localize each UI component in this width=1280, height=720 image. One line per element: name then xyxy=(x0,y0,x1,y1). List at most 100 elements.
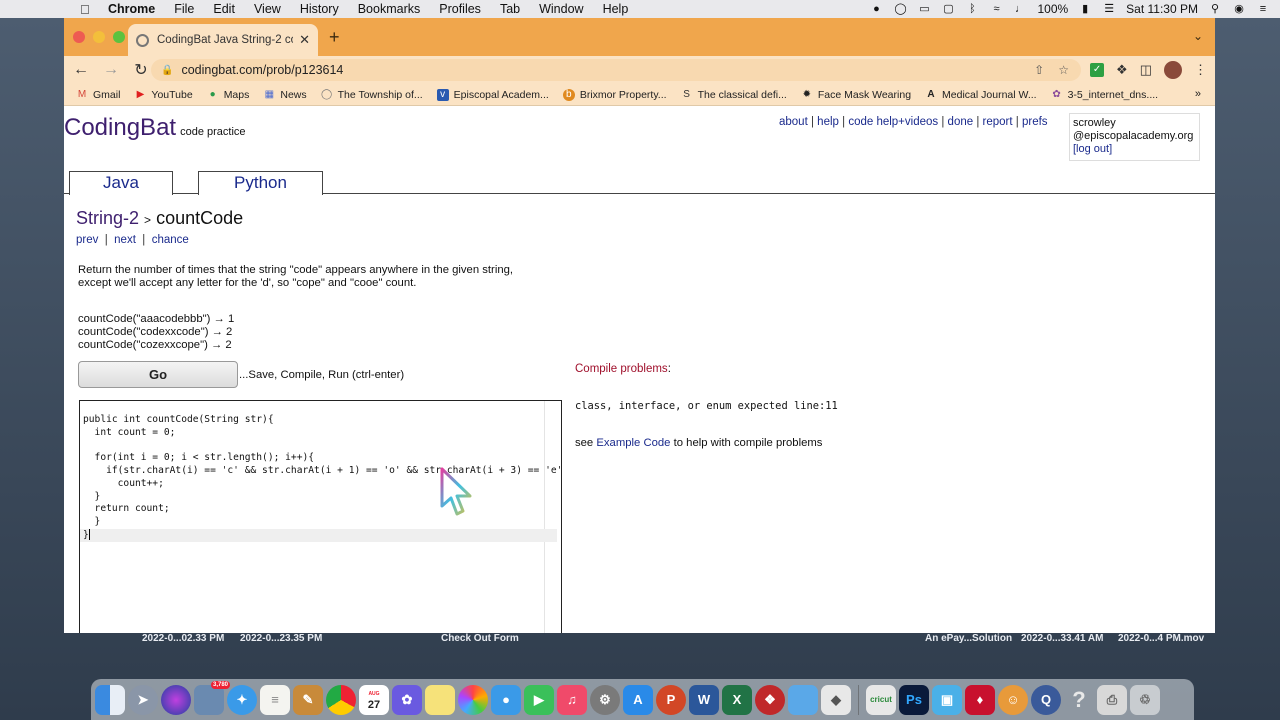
settings-flower-icon[interactable]: ✿ xyxy=(392,684,422,715)
code-editor[interactable]: public int countCode(String str){ int co… xyxy=(79,400,562,633)
link-about[interactable]: about xyxy=(779,116,808,128)
cricut-icon[interactable]: cricut xyxy=(866,684,896,715)
photoshop-icon[interactable]: Ps xyxy=(899,684,929,715)
roblox-icon[interactable]: ◆ xyxy=(821,684,851,715)
menu-history[interactable]: History xyxy=(300,2,339,16)
tab-codingbat[interactable]: CodingBat Java String-2 count ✕ xyxy=(128,24,318,56)
code-line[interactable]: for(int i = 0; i < str.length(); i++){ xyxy=(83,452,561,465)
forward-arrow-icon[interactable]: → xyxy=(98,61,124,79)
site-logo[interactable]: CodingBat code practice xyxy=(64,114,246,142)
new-tab-plus-icon[interactable]: + xyxy=(329,27,340,48)
desktop-file-label[interactable]: An ePay...Solution xyxy=(925,633,1012,644)
siri-icon[interactable] xyxy=(161,684,191,715)
siri-menubar-icon[interactable]: ◉ xyxy=(1232,3,1246,15)
word-icon[interactable]: W xyxy=(689,684,719,715)
launchpad-icon[interactable]: ➤ xyxy=(128,684,158,715)
lock-icon[interactable]: 🔒 xyxy=(161,65,173,76)
app-store-icon[interactable]: A xyxy=(623,684,653,715)
desktop-file-label[interactable]: 2022-0...23.35 PM xyxy=(240,633,322,644)
bookmark-maps[interactable]: ● Maps xyxy=(207,89,250,101)
tab-search-chevron-icon[interactable]: ⌄ xyxy=(1193,29,1203,43)
pages-icon[interactable]: ✎ xyxy=(293,684,323,715)
spotlight-search-icon[interactable]: ⚲ xyxy=(1208,3,1222,15)
tab-python[interactable]: Python xyxy=(198,171,323,195)
bookmark-medical-journal[interactable]: A Medical Journal W... xyxy=(925,89,1036,101)
menu-view[interactable]: View xyxy=(254,2,281,16)
stickies-icon[interactable] xyxy=(425,684,455,715)
wifi-icon[interactable]: ≈ xyxy=(989,3,1003,15)
safari-icon[interactable]: ✦ xyxy=(227,684,257,715)
kebab-menu-icon[interactable]: ⋮ xyxy=(1194,62,1207,78)
menu-help[interactable]: Help xyxy=(603,2,629,16)
back-arrow-icon[interactable]: ← xyxy=(68,61,94,79)
zoom-window-icon[interactable] xyxy=(113,31,125,43)
more-bookmarks-chevron-icon[interactable]: » xyxy=(1195,88,1201,100)
bookmark-news[interactable]: ▦ News xyxy=(263,89,307,101)
bookmark-internet-dns[interactable]: ✿ 3-5_internet_dns.... xyxy=(1051,89,1158,101)
airplay-icon[interactable]: ▭ xyxy=(917,3,931,15)
menu-profiles[interactable]: Profiles xyxy=(439,2,481,16)
messages-icon[interactable]: ● xyxy=(491,684,521,715)
clock[interactable]: Sat 11:30 PM xyxy=(1126,2,1198,16)
music-icon[interactable]: ♫ xyxy=(557,684,587,715)
code-line[interactable]: public int countCode(String str){ xyxy=(83,414,561,427)
breadcrumb-category[interactable]: String-2 xyxy=(76,208,139,228)
close-tab-icon[interactable]: ✕ xyxy=(299,32,310,48)
calendar-icon[interactable]: AUG 27 xyxy=(359,684,389,715)
bookmark-face-mask[interactable]: ✹ Face Mask Wearing xyxy=(801,89,911,101)
prev-link[interactable]: prev xyxy=(76,234,98,246)
code-line[interactable]: count++; xyxy=(83,478,561,491)
zoom-cat-icon[interactable]: ☺ xyxy=(998,684,1028,715)
printer-icon[interactable]: ⎙ xyxy=(1097,684,1127,715)
code-text[interactable]: public int countCode(String str){ int co… xyxy=(80,401,561,567)
menu-bookmarks[interactable]: Bookmarks xyxy=(358,2,421,16)
menu-tab[interactable]: Tab xyxy=(500,2,520,16)
record-icon[interactable]: ● xyxy=(869,3,883,15)
desktop-file-label[interactable]: 2022-0...02.33 PM xyxy=(142,633,224,644)
excel-icon[interactable]: X xyxy=(722,684,752,715)
photos-icon[interactable] xyxy=(458,684,488,715)
preview-icon[interactable]: 3,780 xyxy=(194,680,230,715)
bookmark-star-icon[interactable]: ☆ xyxy=(1058,63,1069,77)
link-code-help-videos[interactable]: code help+videos xyxy=(848,116,938,128)
facetime-icon[interactable]: ▶ xyxy=(524,684,554,715)
menu-app-chrome[interactable]: Chrome xyxy=(108,2,155,16)
bookmark-gmail[interactable]: M Gmail xyxy=(76,89,121,101)
link-prefs[interactable]: prefs xyxy=(1022,116,1048,128)
bookmark-township[interactable]: ◯ The Township of... xyxy=(321,89,423,101)
battery-icon[interactable]: ▮ xyxy=(1078,3,1092,15)
extensions-puzzle-icon[interactable]: ❖ xyxy=(1116,62,1128,78)
menu-edit[interactable]: Edit xyxy=(213,2,235,16)
link-help[interactable]: help xyxy=(817,116,839,128)
volume-icon[interactable]: ♩ xyxy=(1013,3,1027,15)
logo-text[interactable]: CodingBat xyxy=(64,114,176,141)
address-bar[interactable]: 🔒 codingbat.com/prob/p123614 ⇧ ☆ xyxy=(151,59,1081,81)
chrome-icon[interactable] xyxy=(326,684,356,715)
code-line[interactable]: } xyxy=(83,491,561,504)
finder-icon[interactable] xyxy=(95,684,125,715)
folder-icon[interactable] xyxy=(788,684,818,715)
url-text[interactable]: codingbat.com/prob/p123614 xyxy=(181,63,343,77)
code-line[interactable]: int count = 0; xyxy=(83,427,561,440)
desktop-file-label[interactable]: Check Out Form xyxy=(441,633,519,644)
tab-java[interactable]: Java xyxy=(69,171,173,195)
display-icon[interactable]: ▢ xyxy=(941,3,955,15)
bookmark-classical[interactable]: S The classical defi... xyxy=(681,89,787,101)
menu-file[interactable]: File xyxy=(174,2,194,16)
apple-icon[interactable]:  xyxy=(80,2,94,17)
desktop-file-label[interactable]: 2022-0...33.41 AM xyxy=(1021,633,1103,644)
acrobat-icon[interactable]: ♦ xyxy=(965,684,995,715)
close-window-icon[interactable] xyxy=(73,31,85,43)
menu-window[interactable]: Window xyxy=(539,2,583,16)
example-code-link[interactable]: Example Code xyxy=(596,437,670,449)
minimize-window-icon[interactable] xyxy=(93,31,105,43)
green-check-extension-icon[interactable]: ✓ xyxy=(1090,63,1105,77)
code-line[interactable]: return count; xyxy=(83,503,561,516)
code-line[interactable] xyxy=(83,439,561,452)
control-center-icon[interactable]: ☰ xyxy=(1102,3,1116,15)
profile-avatar[interactable] xyxy=(1164,61,1182,79)
chance-link[interactable]: chance xyxy=(152,234,189,246)
link-report[interactable]: report xyxy=(983,116,1013,128)
quicktime-icon[interactable]: Q xyxy=(1031,684,1061,715)
powerpoint-icon[interactable]: P xyxy=(656,684,686,715)
